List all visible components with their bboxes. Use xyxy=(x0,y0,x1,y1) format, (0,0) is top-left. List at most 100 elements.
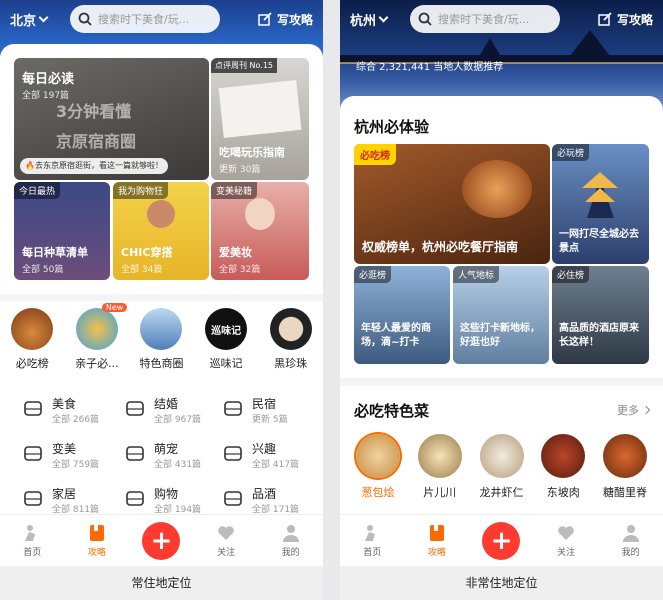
dish-item[interactable]: 糖醋里脊 xyxy=(597,434,653,500)
tab-publish[interactable]: + xyxy=(476,521,526,560)
write-guide-label: 写攻略 xyxy=(276,12,313,27)
must-eat-icon xyxy=(11,308,54,350)
tab-home[interactable]: 首页 xyxy=(347,523,397,558)
icon-label: 黑珍珠 xyxy=(274,357,308,370)
city-name: 北京 xyxy=(10,13,37,29)
top-bar: 杭州 搜索时下美食/玩... 写攻略 xyxy=(340,4,663,34)
dish-item[interactable]: 片儿川 xyxy=(412,434,468,500)
tab-follow[interactable]: 关注 xyxy=(201,523,251,558)
tile-sub: 更新 30篇 xyxy=(219,165,261,175)
tab-publish[interactable]: + xyxy=(136,521,186,560)
must-eat-badge: 必吃榜 xyxy=(354,144,396,165)
category-item[interactable]: 萌宠 全部 431篇 xyxy=(122,438,212,472)
dish-label: 葱包烩 xyxy=(361,486,395,499)
tab-follow[interactable]: 关注 xyxy=(541,523,591,558)
city-selector[interactable]: 杭州 xyxy=(350,10,410,29)
must-play-tile[interactable]: 必玩榜 一网打尽全城必去景点 xyxy=(552,144,649,264)
tile-tag: 必住榜 xyxy=(552,266,590,283)
category-title: 购物 xyxy=(154,487,179,501)
small-tile[interactable]: 人气地标 这些打卡新地标，好逛也好 xyxy=(453,266,549,364)
dish-item[interactable]: 龙井虾仁 xyxy=(474,434,530,500)
tile-tag: 必逛榜 xyxy=(354,266,392,283)
category-item[interactable]: 结婚 全部 967篇 xyxy=(122,393,212,427)
tile-tag: 我为购物狂 xyxy=(113,182,169,199)
tile-tag: 今日最热 xyxy=(14,182,61,199)
shopping-district-entry[interactable]: 特色商圈 xyxy=(132,308,190,371)
home-person-icon xyxy=(365,525,376,541)
edit-icon xyxy=(258,11,272,26)
profile-icon xyxy=(282,525,299,542)
dish-item[interactable]: 东坡肉 xyxy=(535,434,591,500)
black-pearl-icon xyxy=(269,308,312,350)
weekly-badge: 点评周刊 No.15 xyxy=(211,58,278,73)
taste-tour-entry[interactable]: 巡味记 巡味记 xyxy=(197,308,255,371)
small-tile[interactable]: 我为购物狂 CHIC穿搭 全部 34篇 xyxy=(113,182,209,280)
more-link[interactable]: 更多 xyxy=(617,402,651,418)
search-input[interactable]: 搜索时下美食/玩... xyxy=(410,5,560,33)
category-count: 全部 266篇 xyxy=(52,415,100,425)
category-title: 兴趣 xyxy=(252,442,277,456)
chevron-right-icon xyxy=(641,405,651,415)
section-title: 杭州必体验 xyxy=(354,118,430,136)
more-label: 更多 xyxy=(617,404,639,417)
tab-guide[interactable]: 攻略 xyxy=(72,523,122,558)
tab-mine[interactable]: 我的 xyxy=(266,523,316,558)
category-item[interactable]: 民宿 更新 5篇 xyxy=(220,393,310,427)
person-image xyxy=(245,198,275,230)
small-tile[interactable]: 今日最热 每日种草清单 全部 50篇 xyxy=(14,182,110,280)
tile-title: 爱美妆 xyxy=(219,246,252,259)
search-input[interactable]: 搜索时下美食/玩... xyxy=(70,5,220,33)
bottom-tab-bar: 首页 攻略 + 关注 我的 xyxy=(340,514,663,566)
person-image xyxy=(147,200,175,228)
weekly-guide-tile[interactable]: 点评周刊 No.15 吃喝玩乐指南 更新 30篇 xyxy=(211,58,309,180)
dish-row: 葱包烩 片儿川 龙井虾仁 东坡肉 糖醋里脊 xyxy=(350,434,653,500)
tab-guide[interactable]: 攻略 xyxy=(412,523,462,558)
category-item[interactable]: 购物 全部 194篇 xyxy=(122,483,212,517)
small-tile[interactable]: 必住榜 高品质的酒店原来长这样！ xyxy=(552,266,649,364)
dish-item[interactable]: 葱包烩 xyxy=(350,434,406,500)
city-selector[interactable]: 北京 xyxy=(10,10,70,29)
category-title: 结婚 xyxy=(154,397,179,411)
tile-overlay-text: 3分钟看懂 xyxy=(56,102,132,121)
write-guide-button[interactable]: 写攻略 xyxy=(598,11,653,28)
write-guide-button[interactable]: 写攻略 xyxy=(258,11,313,28)
tile-title: 一网打尽全城必去景点 xyxy=(559,229,639,254)
search-icon xyxy=(78,12,92,26)
must-eat-list-entry[interactable]: 必吃榜 xyxy=(3,308,61,371)
dish-image xyxy=(541,434,586,478)
guide-book-icon xyxy=(429,525,444,541)
stats-text: 综合 2,321,441 当地人数据推荐 xyxy=(356,62,504,73)
dish-label: 东坡肉 xyxy=(546,486,580,499)
edit-icon xyxy=(598,11,612,26)
category-item[interactable]: 美食 全部 266篇 xyxy=(20,393,110,427)
bottom-tab-bar: 首页 攻略 + 关注 我的 xyxy=(0,514,323,566)
plus-icon: + xyxy=(482,521,521,560)
small-tile[interactable]: 必逛榜 年轻人最爱的商场，滴~打卡 xyxy=(354,266,450,364)
family-entry[interactable]: New 亲子必... xyxy=(68,303,128,371)
cosmetics-icon xyxy=(22,442,44,464)
tile-title: 每日必读 xyxy=(22,72,75,87)
dish-image xyxy=(479,434,524,478)
black-pearl-entry[interactable]: 黑珍珠 xyxy=(262,308,320,371)
building-icon xyxy=(140,308,183,350)
category-item[interactable]: 家居 全部 811篇 xyxy=(20,483,110,517)
tab-mine[interactable]: 我的 xyxy=(606,523,656,558)
category-item[interactable]: 变美 全部 759篇 xyxy=(20,438,110,472)
category-item[interactable]: 兴趣 全部 417篇 xyxy=(220,438,310,472)
dish-image xyxy=(417,434,462,478)
small-tile[interactable]: 变美秘籍 爱美妆 全部 32篇 xyxy=(211,182,309,280)
tab-label: 攻略 xyxy=(87,548,106,558)
wedding-icon xyxy=(124,397,146,419)
category-item[interactable]: 品酒 全部 171篇 xyxy=(220,483,310,517)
logo-text: 巡味记 xyxy=(211,325,242,337)
daily-read-tile[interactable]: 每日必读 全部 197篇 3分钟看懂 京原宿商圈 🔥去东京原宿逛街，看这一篇就够… xyxy=(14,58,209,180)
tab-home[interactable]: 首页 xyxy=(7,523,57,558)
must-eat-big-tile[interactable]: 必吃榜 权威榜单，杭州必吃餐厅指南 xyxy=(354,144,550,264)
magazine-image xyxy=(218,80,302,138)
tile-title: 权威榜单，杭州必吃餐厅指南 xyxy=(362,240,519,254)
taste-tour-logo: 巡味记 xyxy=(205,308,248,350)
book-icon xyxy=(222,442,244,464)
dish-image xyxy=(462,160,532,218)
city-name: 杭州 xyxy=(350,13,377,29)
top-bar: 北京 搜索时下美食/玩... 写攻略 xyxy=(0,4,323,34)
